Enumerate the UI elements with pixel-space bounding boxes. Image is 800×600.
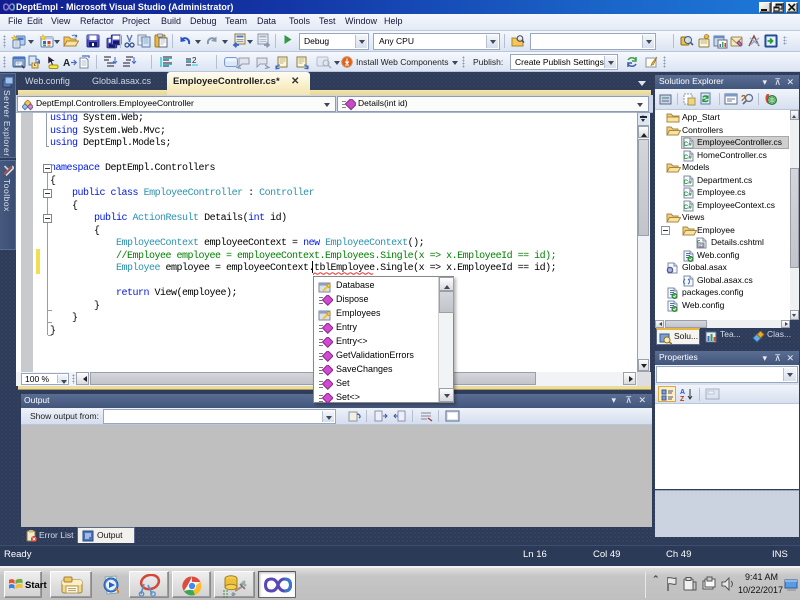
svg-text:C#: C# (684, 191, 693, 198)
svg-text:2: 2 (192, 56, 197, 65)
svg-text:C#: C# (684, 154, 693, 161)
svg-text:C#: C# (684, 141, 693, 148)
svg-text:C#: C# (684, 179, 693, 186)
svg-text:C#: C# (684, 204, 693, 211)
svg-text:A: A (63, 58, 70, 69)
svg-text:@: @ (699, 243, 704, 249)
